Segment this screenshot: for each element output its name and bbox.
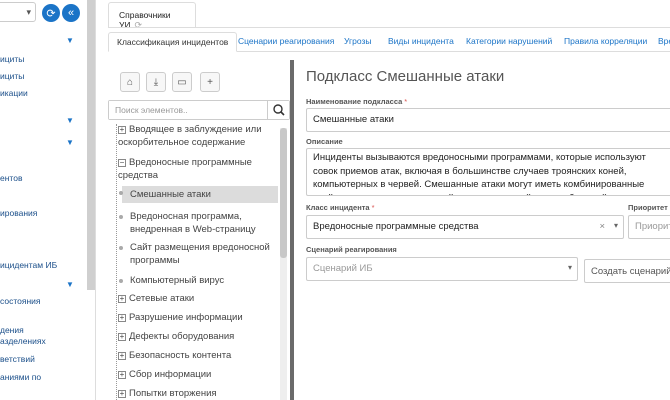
nav-item[interactable]: аниями по: [0, 372, 41, 382]
tree-node[interactable]: + Сетевые атаки: [118, 292, 278, 305]
home-icon[interactable]: ⌂: [120, 72, 140, 92]
chevron-down-icon[interactable]: ▼: [66, 116, 74, 125]
tree-node-label: Смешанные атаки: [130, 189, 211, 200]
leaf-icon: [119, 215, 123, 219]
expand-icon[interactable]: +: [118, 352, 126, 360]
detail-form: Подкласс Смешанные атаки Наименование по…: [294, 60, 670, 400]
nav-item[interactable]: ициты: [0, 71, 24, 81]
tree-node-label: Вредоносная программа, внедренная в Web-…: [130, 211, 256, 235]
subtab-time[interactable]: Вре: [658, 32, 670, 52]
class-select-value: Вредоносные программные средства: [313, 221, 479, 232]
search-icon: [273, 104, 285, 116]
tree-node[interactable]: + Разрушение информации: [118, 311, 278, 324]
left-navigation: ▾ ⟳ « ▼ ициты ициты икации ▼ ▼ ентов иро…: [0, 0, 96, 400]
tree-node[interactable]: Компьютерный вирус: [119, 274, 278, 287]
nav-item[interactable]: ветствий: [0, 354, 35, 364]
expand-icon[interactable]: +: [118, 390, 126, 398]
tree-node-label: Компьютерный вирус: [130, 275, 225, 286]
tree-node-label: Вводящее в заблуждение или оскорбительно…: [118, 124, 262, 148]
tree-node-label: Дефекты оборудования: [129, 331, 235, 342]
chevron-down-icon[interactable]: ▼: [66, 280, 74, 289]
subtab-incident-classification[interactable]: Классификация инцидентов: [108, 32, 238, 52]
tree-node[interactable]: + Вводящее в заблуждение или оскорбительн…: [118, 123, 278, 149]
tree-node[interactable]: Сайт размещения вредоносной программы: [119, 241, 278, 267]
tree-panel: ⌂ ⤓ ▭ + +Вводящее в заблуждение или оско…: [108, 60, 290, 400]
subtab-incident-types[interactable]: Виды инцидента: [388, 32, 454, 52]
leaf-icon: [119, 191, 123, 195]
scenario-select[interactable]: Сценарий ИБ ▾: [306, 257, 578, 281]
expand-icon[interactable]: +: [118, 314, 126, 322]
nav-item[interactable]: ирования: [0, 208, 37, 218]
clear-icon[interactable]: ×: [599, 221, 605, 232]
expand-icon[interactable]: +: [118, 333, 126, 341]
nav-item[interactable]: азделениях: [0, 336, 46, 346]
scenario-label: Сценарий реагирования: [306, 245, 397, 254]
nav-item[interactable]: икации: [0, 88, 28, 98]
description-label: Описание: [306, 137, 343, 146]
nav-item[interactable]: состояния: [0, 296, 41, 306]
subtab-response-scenarios[interactable]: Сценарии реагирования: [238, 32, 334, 52]
search-button[interactable]: [267, 101, 289, 119]
refresh-icon[interactable]: ⟳: [42, 4, 60, 22]
tree-node[interactable]: − Вредоносные программные средства: [118, 156, 278, 182]
nav-item[interactable]: ицидентам ИБ: [0, 260, 57, 270]
tabs-divider: [108, 27, 670, 28]
refresh-icon[interactable]: ⟳: [135, 20, 143, 30]
subtab-violation-categories[interactable]: Категории нарушений: [466, 32, 552, 52]
download-icon[interactable]: ⤓: [146, 72, 166, 92]
page-title: Подкласс Смешанные атаки: [306, 68, 505, 85]
tree-node[interactable]: + Сбор информации: [118, 368, 278, 381]
class-label: Класс инцидента *: [306, 203, 375, 212]
nav-item[interactable]: дения: [0, 325, 24, 335]
add-icon[interactable]: +: [200, 72, 220, 92]
name-field[interactable]: Смешанные атаки: [306, 108, 670, 132]
chevron-down-icon[interactable]: ▾: [614, 221, 618, 230]
tree-node-label: Разрушение информации: [129, 312, 243, 323]
nav-item[interactable]: ентов: [0, 173, 22, 183]
tree-guide-line: [116, 124, 117, 400]
leaf-icon: [119, 279, 123, 283]
create-scenario-button[interactable]: Создать сценарий: [584, 259, 670, 283]
subtab-threats[interactable]: Угрозы: [344, 32, 371, 52]
gutter: [96, 0, 108, 400]
tree-node-label: Сетевые атаки: [129, 293, 195, 304]
subtabs-bar: Классификация инцидентов Сценарии реагир…: [108, 32, 670, 52]
scenario-placeholder: Сценарий ИБ: [313, 263, 373, 274]
tree-node-label: Сайт размещения вредоносной программы: [130, 242, 270, 266]
class-select[interactable]: Вредоносные программные средства × ▾: [306, 215, 624, 239]
tree-scrollbar-thumb[interactable]: [280, 128, 287, 258]
chevron-down-icon[interactable]: ▼: [66, 138, 74, 147]
tree-node-label: Попытки вторжения: [129, 388, 217, 399]
leaf-icon: [119, 246, 123, 250]
collapse-icon[interactable]: «: [62, 4, 80, 22]
tree-node-selected[interactable]: Смешанные атаки: [119, 186, 278, 203]
priority-field[interactable]: Приорит: [628, 215, 670, 239]
search-input[interactable]: [109, 101, 267, 119]
tree-node-label: Безопасность контента: [129, 350, 232, 361]
description-field[interactable]: Инциденты вызываются вредоносными програ…: [306, 148, 670, 196]
expand-icon[interactable]: +: [118, 295, 126, 303]
tree-node[interactable]: + Дефекты оборудования: [118, 330, 278, 343]
expand-icon[interactable]: +: [118, 371, 126, 379]
tree-node-label: Вредоносные программные средства: [118, 157, 252, 181]
nav-item[interactable]: ициты: [0, 54, 24, 64]
tree-node-label: Сбор информации: [129, 369, 212, 380]
search-box: [108, 100, 290, 120]
tree-node[interactable]: + Безопасность контента: [118, 349, 278, 362]
chevron-down-icon: ▾: [26, 7, 31, 17]
nav-scrollbar[interactable]: [87, 0, 95, 290]
nav-select[interactable]: ▾: [0, 2, 36, 22]
tree-node[interactable]: + Попытки вторжения: [118, 387, 278, 400]
priority-label: Приоритет: [628, 203, 668, 212]
tree-node[interactable]: Вредоносная программа, внедренная в Web-…: [119, 210, 278, 236]
chevron-down-icon[interactable]: ▼: [66, 36, 74, 45]
name-label: Наименование подкласса *: [306, 97, 408, 106]
folder-icon[interactable]: ▭: [172, 72, 192, 92]
subtab-correlation-rules[interactable]: Правила корреляции: [564, 32, 647, 52]
expand-icon[interactable]: +: [118, 126, 126, 134]
chevron-down-icon[interactable]: ▾: [568, 263, 572, 272]
tab-reference-books[interactable]: Справочники УИ ⟳: [108, 2, 196, 30]
collapse-icon[interactable]: −: [118, 159, 126, 167]
